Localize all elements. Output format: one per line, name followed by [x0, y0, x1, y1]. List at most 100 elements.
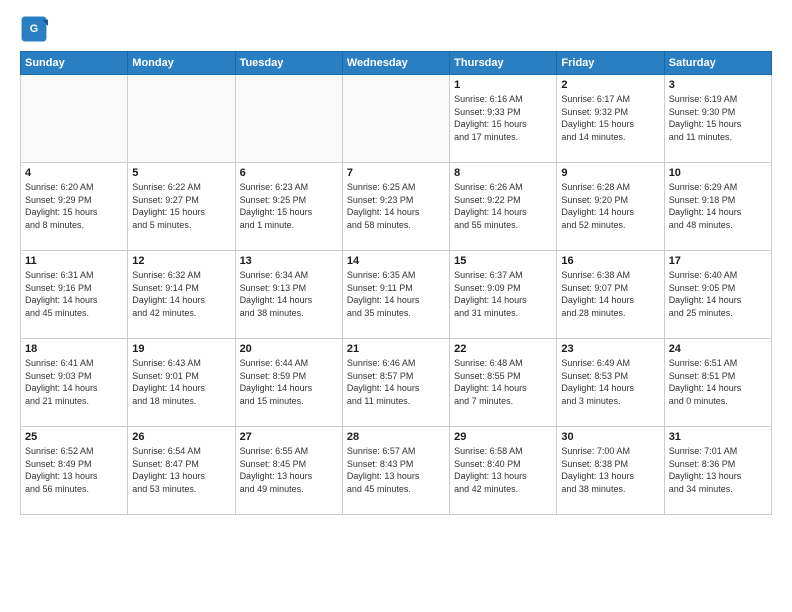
- day-number: 7: [347, 167, 445, 179]
- day-number: 8: [454, 167, 552, 179]
- day-info: Sunrise: 6:43 AM Sunset: 9:01 PM Dayligh…: [132, 357, 230, 407]
- calendar-cell: 5 Sunrise: 6:22 AM Sunset: 9:27 PM Daylig…: [128, 163, 235, 251]
- day-info: Sunrise: 6:57 AM Sunset: 8:43 PM Dayligh…: [347, 445, 445, 495]
- calendar-cell: 14 Sunrise: 6:35 AM Sunset: 9:11 PM Dayli…: [342, 251, 449, 339]
- calendar-cell: 3Sunrise: 6:19 AM Sunset: 9:30 PM Daylig…: [664, 75, 771, 163]
- weekday-header-row: SundayMondayTuesdayWednesdayThursdayFrid…: [21, 52, 772, 75]
- day-info: Sunrise: 6:25 AM Sunset: 9:23 PM Dayligh…: [347, 181, 445, 231]
- day-number: 22: [454, 343, 552, 355]
- day-info: Sunrise: 6:26 AM Sunset: 9:22 PM Dayligh…: [454, 181, 552, 231]
- week-row-1: 1Sunrise: 6:16 AM Sunset: 9:33 PM Daylig…: [21, 75, 772, 163]
- calendar-cell: 1Sunrise: 6:16 AM Sunset: 9:33 PM Daylig…: [450, 75, 557, 163]
- header: G: [20, 15, 772, 43]
- calendar-cell: 8 Sunrise: 6:26 AM Sunset: 9:22 PM Daylig…: [450, 163, 557, 251]
- day-number: 18: [25, 343, 123, 355]
- calendar-cell: [128, 75, 235, 163]
- weekday-header-tuesday: Tuesday: [235, 52, 342, 75]
- day-number: 17: [669, 255, 767, 267]
- day-info: Sunrise: 6:29 AM Sunset: 9:18 PM Dayligh…: [669, 181, 767, 231]
- day-info: Sunrise: 6:16 AM Sunset: 9:33 PM Dayligh…: [454, 93, 552, 143]
- day-number: 25: [25, 431, 123, 443]
- weekday-header-sunday: Sunday: [21, 52, 128, 75]
- calendar-cell: 7 Sunrise: 6:25 AM Sunset: 9:23 PM Daylig…: [342, 163, 449, 251]
- day-number: 4: [25, 167, 123, 179]
- day-number: 21: [347, 343, 445, 355]
- day-number: 28: [347, 431, 445, 443]
- day-info: Sunrise: 6:32 AM Sunset: 9:14 PM Dayligh…: [132, 269, 230, 319]
- day-number: 13: [240, 255, 338, 267]
- day-info: Sunrise: 7:00 AM Sunset: 8:38 PM Dayligh…: [561, 445, 659, 495]
- day-info: Sunrise: 6:34 AM Sunset: 9:13 PM Dayligh…: [240, 269, 338, 319]
- calendar-cell: 22 Sunrise: 6:48 AM Sunset: 8:55 PM Dayli…: [450, 339, 557, 427]
- day-info: Sunrise: 6:35 AM Sunset: 9:11 PM Dayligh…: [347, 269, 445, 319]
- day-number: 10: [669, 167, 767, 179]
- calendar-cell: 25 Sunrise: 6:52 AM Sunset: 8:49 PM Dayli…: [21, 427, 128, 515]
- calendar-cell: 16 Sunrise: 6:38 AM Sunset: 9:07 PM Dayli…: [557, 251, 664, 339]
- day-number: 19: [132, 343, 230, 355]
- calendar-cell: 4 Sunrise: 6:20 AM Sunset: 9:29 PM Daylig…: [21, 163, 128, 251]
- day-number: 6: [240, 167, 338, 179]
- day-info: Sunrise: 6:31 AM Sunset: 9:16 PM Dayligh…: [25, 269, 123, 319]
- calendar-page: G SundayMondayTuesdayWednesdayThursdayFr…: [0, 0, 792, 612]
- weekday-header-friday: Friday: [557, 52, 664, 75]
- calendar-cell: 30 Sunrise: 7:00 AM Sunset: 8:38 PM Dayli…: [557, 427, 664, 515]
- day-number: 29: [454, 431, 552, 443]
- calendar-cell: 21 Sunrise: 6:46 AM Sunset: 8:57 PM Dayli…: [342, 339, 449, 427]
- weekday-header-thursday: Thursday: [450, 52, 557, 75]
- calendar-cell: 29Sunrise: 6:58 AM Sunset: 8:40 PM Dayli…: [450, 427, 557, 515]
- day-info: Sunrise: 6:49 AM Sunset: 8:53 PM Dayligh…: [561, 357, 659, 407]
- day-info: Sunrise: 6:41 AM Sunset: 9:03 PM Dayligh…: [25, 357, 123, 407]
- day-info: Sunrise: 6:48 AM Sunset: 8:55 PM Dayligh…: [454, 357, 552, 407]
- day-info: Sunrise: 6:37 AM Sunset: 9:09 PM Dayligh…: [454, 269, 552, 319]
- day-number: 9: [561, 167, 659, 179]
- calendar-cell: [21, 75, 128, 163]
- calendar-cell: 18 Sunrise: 6:41 AM Sunset: 9:03 PM Dayli…: [21, 339, 128, 427]
- day-info: Sunrise: 6:54 AM Sunset: 8:47 PM Dayligh…: [132, 445, 230, 495]
- day-info: Sunrise: 6:46 AM Sunset: 8:57 PM Dayligh…: [347, 357, 445, 407]
- day-number: 27: [240, 431, 338, 443]
- day-info: Sunrise: 6:52 AM Sunset: 8:49 PM Dayligh…: [25, 445, 123, 495]
- calendar-cell: 19 Sunrise: 6:43 AM Sunset: 9:01 PM Dayli…: [128, 339, 235, 427]
- logo-icon: G: [20, 15, 48, 43]
- day-number: 30: [561, 431, 659, 443]
- calendar-cell: 26Sunrise: 6:54 AM Sunset: 8:47 PM Dayli…: [128, 427, 235, 515]
- calendar-cell: 20 Sunrise: 6:44 AM Sunset: 8:59 PM Dayli…: [235, 339, 342, 427]
- day-info: Sunrise: 6:55 AM Sunset: 8:45 PM Dayligh…: [240, 445, 338, 495]
- day-number: 24: [669, 343, 767, 355]
- day-info: Sunrise: 6:17 AM Sunset: 9:32 PM Dayligh…: [561, 93, 659, 143]
- day-number: 5: [132, 167, 230, 179]
- calendar-cell: 6Sunrise: 6:23 AM Sunset: 9:25 PM Daylig…: [235, 163, 342, 251]
- day-number: 16: [561, 255, 659, 267]
- calendar-cell: 9 Sunrise: 6:28 AM Sunset: 9:20 PM Daylig…: [557, 163, 664, 251]
- calendar-cell: 17 Sunrise: 6:40 AM Sunset: 9:05 PM Dayli…: [664, 251, 771, 339]
- svg-text:G: G: [30, 23, 38, 35]
- calendar-cell: 2Sunrise: 6:17 AM Sunset: 9:32 PM Daylig…: [557, 75, 664, 163]
- day-info: Sunrise: 6:20 AM Sunset: 9:29 PM Dayligh…: [25, 181, 123, 231]
- weekday-header-saturday: Saturday: [664, 52, 771, 75]
- day-number: 23: [561, 343, 659, 355]
- week-row-3: 11 Sunrise: 6:31 AM Sunset: 9:16 PM Dayli…: [21, 251, 772, 339]
- calendar-cell: 13 Sunrise: 6:34 AM Sunset: 9:13 PM Dayli…: [235, 251, 342, 339]
- calendar-cell: 11 Sunrise: 6:31 AM Sunset: 9:16 PM Dayli…: [21, 251, 128, 339]
- week-row-4: 18 Sunrise: 6:41 AM Sunset: 9:03 PM Dayli…: [21, 339, 772, 427]
- day-number: 12: [132, 255, 230, 267]
- week-row-5: 25 Sunrise: 6:52 AM Sunset: 8:49 PM Dayli…: [21, 427, 772, 515]
- calendar-table: SundayMondayTuesdayWednesdayThursdayFrid…: [20, 51, 772, 515]
- day-info: Sunrise: 6:28 AM Sunset: 9:20 PM Dayligh…: [561, 181, 659, 231]
- day-number: 3: [669, 79, 767, 91]
- calendar-cell: [235, 75, 342, 163]
- calendar-cell: [342, 75, 449, 163]
- calendar-cell: 12 Sunrise: 6:32 AM Sunset: 9:14 PM Dayli…: [128, 251, 235, 339]
- calendar-cell: 27 Sunrise: 6:55 AM Sunset: 8:45 PM Dayli…: [235, 427, 342, 515]
- day-number: 20: [240, 343, 338, 355]
- weekday-header-wednesday: Wednesday: [342, 52, 449, 75]
- day-number: 11: [25, 255, 123, 267]
- day-number: 14: [347, 255, 445, 267]
- day-info: Sunrise: 6:44 AM Sunset: 8:59 PM Dayligh…: [240, 357, 338, 407]
- weekday-header-monday: Monday: [128, 52, 235, 75]
- day-info: Sunrise: 6:40 AM Sunset: 9:05 PM Dayligh…: [669, 269, 767, 319]
- day-info: Sunrise: 6:38 AM Sunset: 9:07 PM Dayligh…: [561, 269, 659, 319]
- day-info: Sunrise: 6:22 AM Sunset: 9:27 PM Dayligh…: [132, 181, 230, 231]
- calendar-cell: 24Sunrise: 6:51 AM Sunset: 8:51 PM Dayli…: [664, 339, 771, 427]
- calendar-cell: 23 Sunrise: 6:49 AM Sunset: 8:53 PM Dayli…: [557, 339, 664, 427]
